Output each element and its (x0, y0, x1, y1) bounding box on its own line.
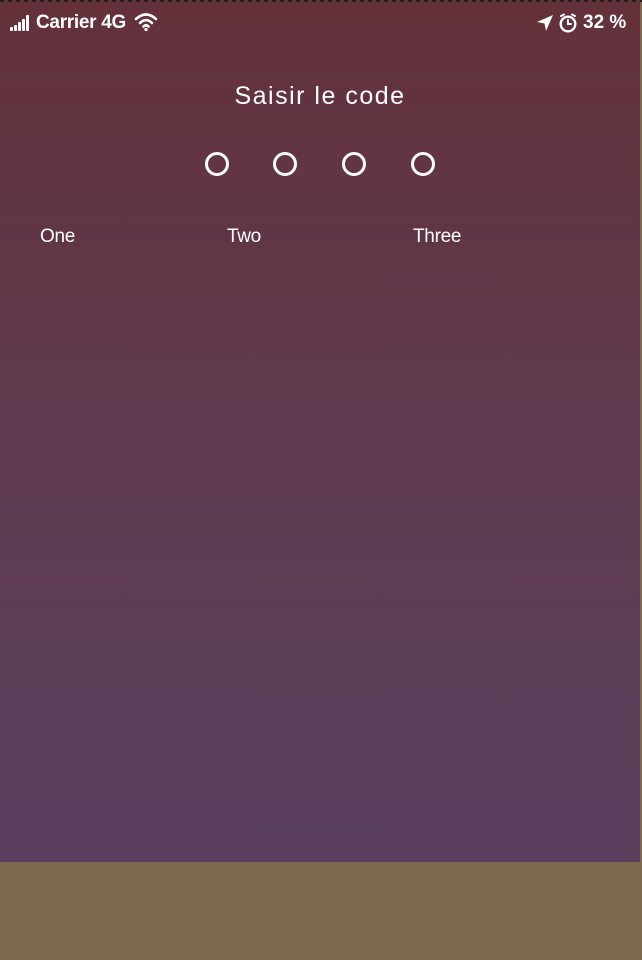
battery-percentage: 32 % (583, 12, 627, 33)
passcode-dot-1 (205, 152, 229, 176)
option-two[interactable]: Two (227, 226, 261, 248)
passcode-screen (0, 0, 640, 862)
bottom-band (0, 862, 642, 960)
passcode-dot-4 (411, 152, 435, 176)
passcode-dot-2 (273, 152, 297, 176)
page-title: Saisir le code (234, 82, 406, 110)
passcode-dot-3 (342, 152, 366, 176)
option-one[interactable]: One (40, 226, 75, 248)
alarm-clock-icon (559, 13, 577, 33)
passcode-indicator (0, 152, 640, 178)
status-bar: Carrier 4G 32 % (0, 4, 640, 40)
signal-icon (10, 15, 32, 31)
wifi-icon (134, 13, 158, 32)
top-dashed-border (0, 0, 642, 2)
carrier-label: Carrier 4G (36, 12, 126, 33)
option-three[interactable]: Three (413, 226, 461, 248)
location-arrow-icon (537, 15, 553, 31)
